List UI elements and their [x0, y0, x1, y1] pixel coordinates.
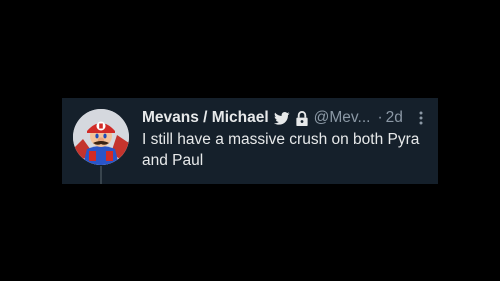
twitter-bird-icon: [273, 111, 290, 125]
avatar[interactable]: [73, 109, 129, 165]
timestamp[interactable]: 2d: [386, 108, 403, 128]
mario-avatar-icon: [73, 109, 129, 165]
header-separator: ·: [377, 109, 383, 126]
display-name[interactable]: Mevans / Michael: [142, 108, 269, 128]
tweet-header: Mevans / Michael @Mev... · 2d: [142, 108, 432, 128]
user-handle[interactable]: @Mev...: [314, 108, 371, 128]
screen: Mevans / Michael @Mev... · 2d I still ha…: [0, 0, 500, 281]
lock-icon: [295, 110, 309, 126]
thread-line: [100, 166, 102, 184]
more-vertical-icon[interactable]: [418, 110, 424, 126]
tweet-text: I still have a massive crush on both Pyr…: [142, 131, 420, 169]
tweet-card[interactable]: Mevans / Michael @Mev... · 2d I still ha…: [62, 98, 438, 184]
